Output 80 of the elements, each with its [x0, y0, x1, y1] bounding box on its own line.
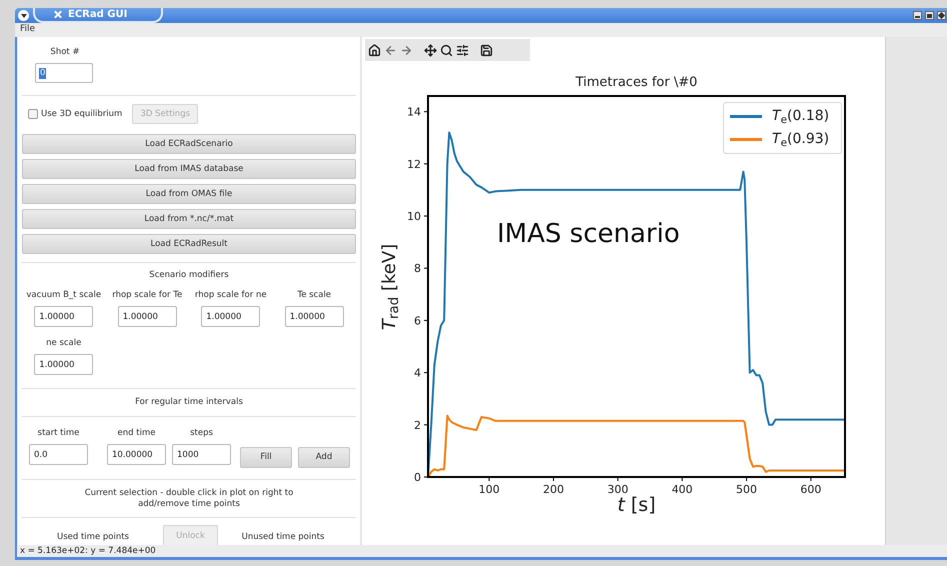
tick-label: 400 — [672, 483, 693, 496]
push-button[interactable]: Load ECRadScenario — [22, 134, 356, 154]
tick-mark — [552, 476, 554, 482]
input-field[interactable]: 1.00000 — [34, 354, 94, 375]
input-field[interactable]: 1.00000 — [201, 306, 260, 327]
push-button[interactable]: Fill — [240, 447, 292, 468]
section-title: Scenario modifiers — [148, 269, 230, 281]
shot-field[interactable]: 0 — [35, 63, 93, 83]
tick-mark — [424, 424, 428, 426]
list-label: Unused time points — [240, 531, 326, 543]
forward-arrow-icon[interactable] — [400, 44, 413, 56]
annotation-text: IMAS scenario — [497, 221, 680, 247]
back-arrow-icon[interactable] — [384, 44, 397, 56]
window-title: ECRad GUI — [68, 10, 128, 20]
legend-label: T$_{e}$(0.93) — [772, 130, 830, 150]
tick-label: 12 — [407, 158, 421, 171]
tick-mark — [746, 476, 748, 482]
field-label: Te scale — [297, 289, 332, 301]
input-field[interactable]: 1.00000 — [118, 306, 177, 327]
tick-mark — [424, 268, 428, 269]
input-field[interactable]: 10.00000 — [107, 444, 166, 465]
tick-label: 2 — [414, 418, 421, 432]
tick-label: 500 — [736, 483, 758, 496]
axis-label: t [s] — [616, 496, 657, 515]
chart-title: Timetraces for \#0 — [574, 74, 698, 92]
field-label: rhop scale for Te — [112, 289, 182, 301]
input-field[interactable]: 0.0 — [29, 444, 88, 465]
field-label: steps — [190, 427, 213, 439]
move-arrows-icon[interactable] — [424, 44, 437, 56]
checkbox[interactable] — [28, 109, 38, 119]
field-label: Shot # — [50, 46, 80, 58]
close-icon[interactable] — [937, 11, 946, 20]
minimize-icon[interactable] — [913, 11, 922, 20]
field-label: vacuum B_t scale — [26, 289, 102, 301]
field-label: end time — [118, 427, 156, 439]
home-icon[interactable] — [368, 44, 381, 56]
tick-label: 100 — [478, 483, 500, 496]
list-label: Used time points — [56, 531, 130, 543]
section-title: For regular time intervals — [134, 396, 244, 408]
app-icon — [53, 10, 62, 19]
legend-label: T$_{e}$(0.18) — [772, 107, 830, 127]
menu-icon[interactable] — [18, 10, 29, 21]
tick-label: 14 — [407, 106, 421, 119]
tick-label: 10 — [407, 210, 421, 224]
tick-mark — [424, 163, 428, 164]
tick-mark — [424, 320, 428, 321]
tick-label: 0 — [414, 471, 421, 484]
field-label: start time — [38, 427, 80, 439]
tick-mark — [682, 476, 683, 482]
search-icon[interactable] — [440, 44, 453, 56]
tick-label: 600 — [800, 483, 822, 496]
instruction-text: Current selection - double click in plot on right to add/remove time points — [84, 488, 294, 510]
tick-label: 8 — [414, 262, 421, 276]
tick-label: 6 — [414, 314, 421, 328]
input-field[interactable]: 1.00000 — [284, 306, 344, 327]
tick-label: 4 — [414, 366, 421, 380]
tick-mark — [424, 216, 428, 217]
input-field[interactable]: 1000 — [172, 444, 231, 465]
tick-mark — [424, 111, 428, 112]
tick-mark — [424, 476, 428, 478]
push-button[interactable]: Load from *.nc/*.mat — [22, 209, 356, 229]
tick-mark — [810, 476, 812, 482]
maximize-icon[interactable] — [925, 11, 934, 20]
push-button[interactable]: Load from IMAS database — [22, 159, 356, 179]
input-field[interactable]: 1.00000 — [34, 306, 94, 327]
push-button[interactable]: Add — [298, 447, 350, 468]
tick-mark — [617, 476, 618, 482]
field-label: ne scale — [46, 337, 82, 349]
field-label: rhop scale for ne — [194, 289, 267, 301]
tick-label: 300 — [607, 483, 628, 496]
checkbox-label: Use 3D equilibrium — [41, 108, 122, 120]
push-button[interactable]: Load from OMAS file — [22, 184, 356, 204]
push-button[interactable]: Load ECRadResult — [22, 234, 356, 254]
sliders-icon[interactable] — [456, 44, 469, 56]
tick-mark — [424, 372, 428, 374]
save-icon[interactable] — [480, 44, 493, 56]
menu-item[interactable]: File — [20, 23, 36, 37]
tick-mark — [488, 476, 490, 482]
status-text: x = 5.163e+02: y = 7.484e+00 — [20, 546, 156, 556]
tick-label: 200 — [542, 483, 564, 496]
